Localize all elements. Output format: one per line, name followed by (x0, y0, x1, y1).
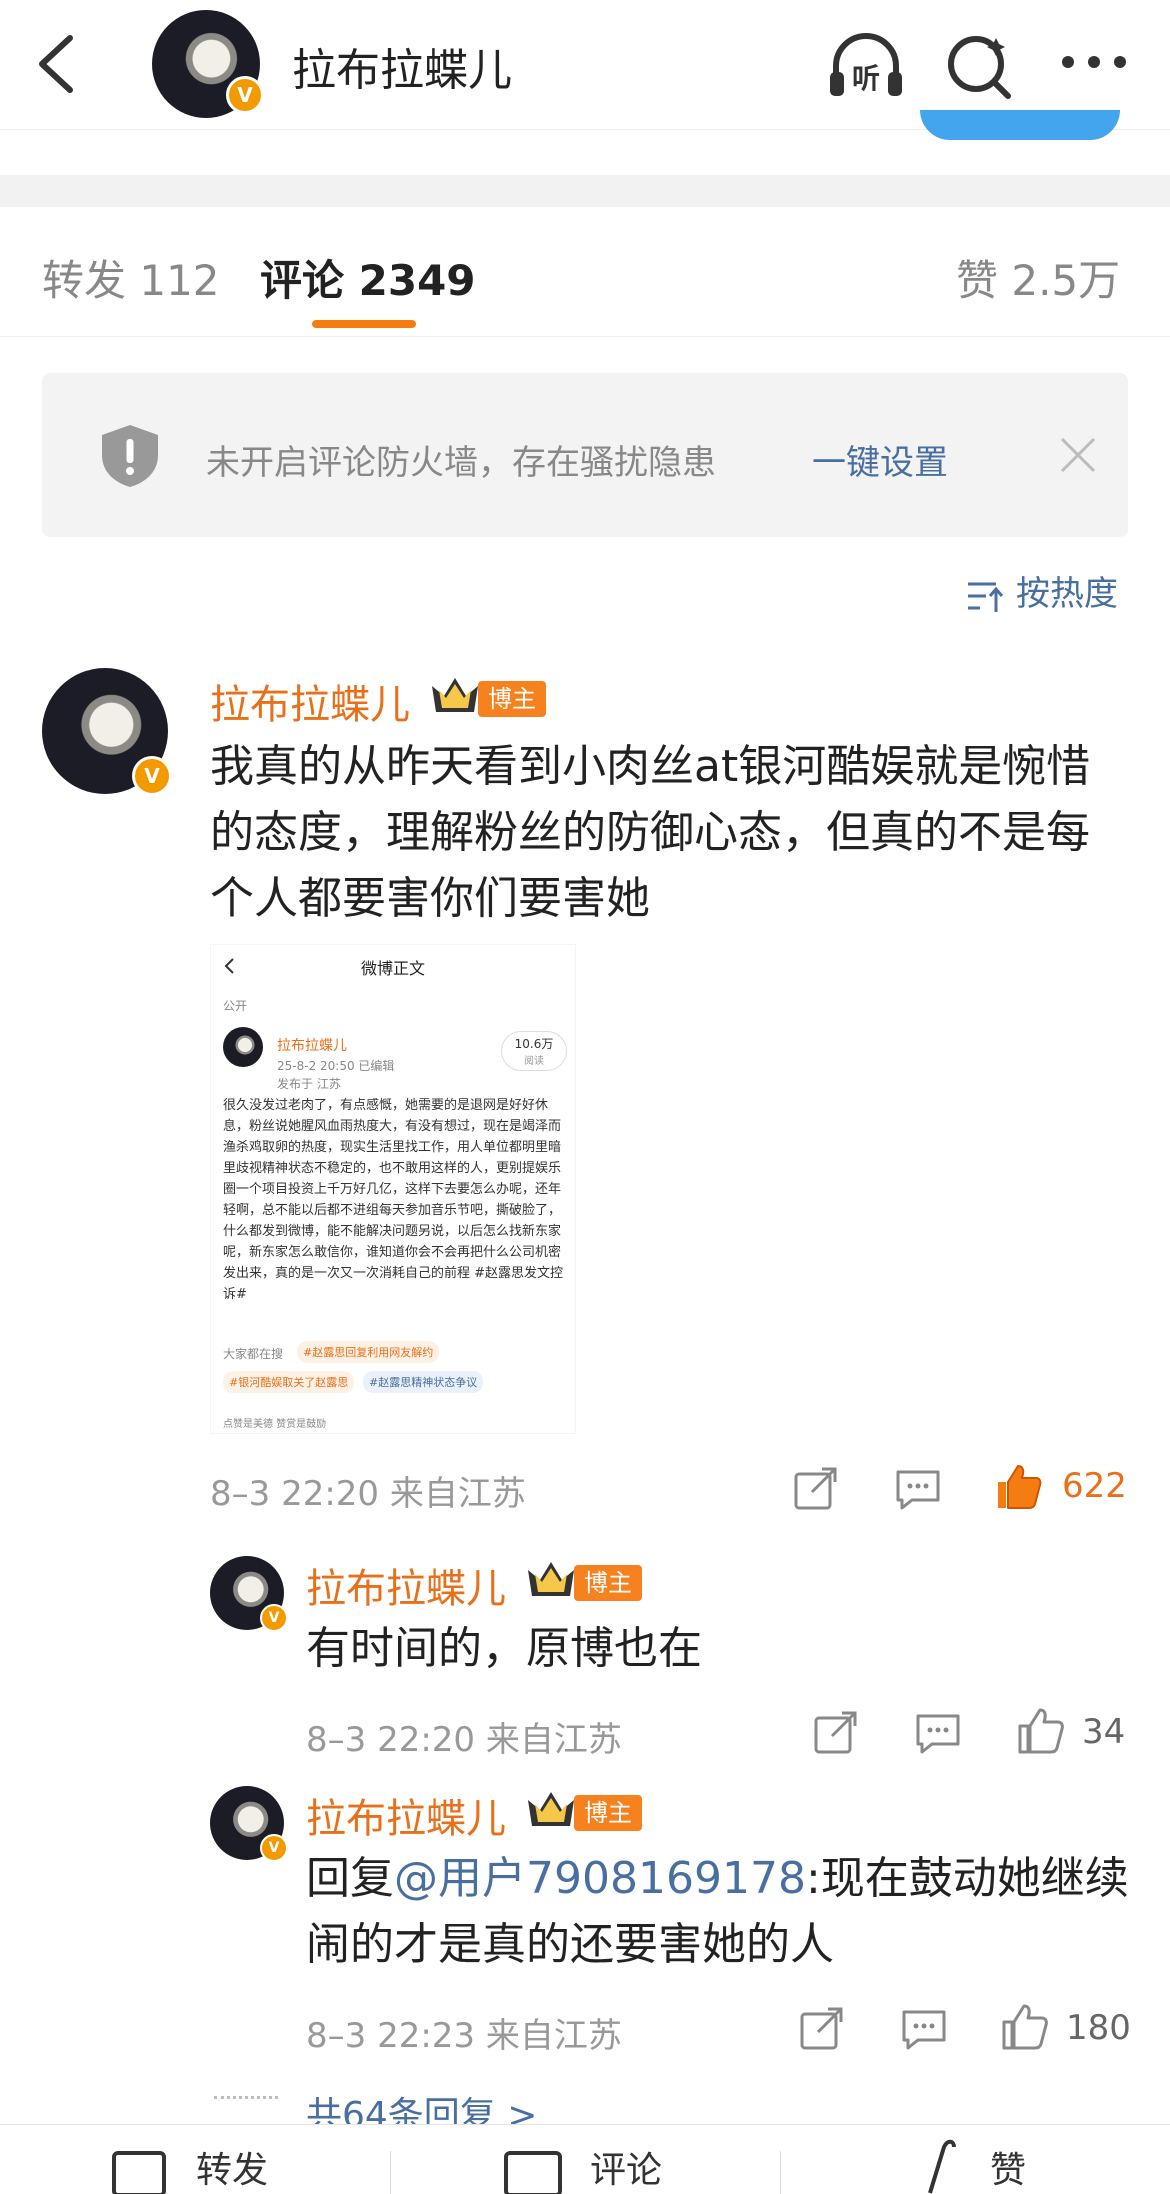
image-views-label: 阅读 (524, 1056, 544, 1067)
tab-repost[interactable]: 转发 112 (42, 247, 220, 308)
search-button[interactable] (940, 26, 1020, 106)
image-footer: 点赞是美德 赞赏是鼓励 (223, 1419, 327, 1430)
listen-button[interactable]: 听 (826, 26, 906, 106)
share-icon[interactable] (812, 1708, 860, 1756)
bottom-action-bar: 转发 评论 赞 (0, 2124, 1170, 2194)
comment-firewall-notice: 未开启评论防火墙，存在骚扰隐患 一键设置 (42, 373, 1128, 537)
image-views: 10.6万 (514, 1037, 554, 1051)
blogger-badge: 博主 (574, 1795, 642, 1831)
like-button[interactable]: 赞 (990, 2141, 1026, 2193)
verified-badge-icon: V (226, 76, 264, 114)
more-button[interactable] (1054, 26, 1134, 106)
headphones-icon: 听 (830, 33, 902, 96)
image-location: 发布于 江苏 (277, 1077, 341, 1091)
reply-text-line-1: 回复@用户7908169178:现在鼓动她继续 (306, 1846, 1129, 1912)
reply-text: 有时间的，原博也在 (306, 1623, 702, 1674)
reply-avatar[interactable]: V (210, 1786, 288, 1862)
comment-icon (504, 2151, 562, 2194)
crown-level-icon (528, 1562, 574, 1596)
reply-text-rest: :现在鼓动她继续 (805, 1853, 1129, 1904)
mention-link[interactable]: @用户7908169178 (394, 1853, 806, 1904)
image-author: 拉布拉蝶儿 (277, 1038, 347, 1054)
tab-likes[interactable]: 赞 2.5万 (956, 247, 1120, 308)
image-avatar (223, 1027, 263, 1067)
image-post-time: 25-8-2 20:50 已编辑 (277, 1059, 395, 1073)
reply-time: 8–3 22:20 来自江苏 (306, 1720, 622, 1760)
repost-icon (112, 2151, 166, 2194)
back-button[interactable] (30, 28, 90, 98)
reply-like-count: 34 (1082, 1712, 1126, 1752)
comment-avatar[interactable]: V (42, 668, 172, 796)
header-avatar[interactable]: V (152, 10, 264, 118)
image-search-label: 大家都在搜 (223, 1347, 284, 1361)
image-toolbar-icons (473, 955, 553, 975)
section-divider (0, 175, 1170, 207)
active-tab-indicator (312, 320, 416, 328)
blogger-badge: 博主 (478, 681, 546, 717)
share-icon[interactable] (792, 1464, 840, 1512)
chevron-left-icon (39, 35, 73, 93)
svg-text:听: 听 (852, 62, 880, 95)
image-public-label: 公开 (223, 999, 248, 1013)
image-hot-tag-3: #赵露思精神状态争议 (363, 1371, 484, 1393)
image-hot-tag-2: #银河酷娱取关了赵露思 (223, 1371, 355, 1393)
verified-badge-icon: V (260, 1834, 288, 1862)
comment-author[interactable]: 拉布拉蝶儿 (210, 672, 410, 730)
reply-icon[interactable] (894, 1464, 942, 1512)
page-title: 拉布拉蝶儿 (292, 45, 512, 96)
chevron-left-icon (224, 958, 234, 974)
comment-like-count: 622 (1062, 1466, 1127, 1506)
one-click-setup-link[interactable]: 一键设置 (812, 435, 948, 484)
comment-time: 8–3 22:20 来自江苏 (210, 1474, 526, 1514)
sort-label: 按热度 (1016, 574, 1118, 614)
verified-badge-icon: V (260, 1604, 288, 1632)
comment-text-line-2: 的态度，理解粉丝的防御心态，但真的不是每 (210, 807, 1090, 858)
verified-badge-icon: V (132, 756, 172, 796)
tab-bar: 转发 112 评论 2349 赞 2.5万 (0, 207, 1170, 337)
comment-image[interactable]: 微博正文 公开 拉布拉蝶儿 25-8-2 20:50 已编辑 发布于 江苏 10… (210, 944, 576, 1434)
reply-author[interactable]: 拉布拉蝶儿 (306, 1556, 506, 1614)
tab-comments[interactable]: 评论 2349 (260, 247, 476, 308)
image-views-box: 10.6万 阅读 (501, 1031, 567, 1071)
reply-like-count: 180 (1066, 2008, 1131, 2048)
comment-button[interactable]: 评论 (590, 2141, 662, 2193)
search-icon (948, 36, 1011, 99)
separator (780, 2151, 781, 2194)
reply-time: 8–3 22:23 来自江苏 (306, 2016, 622, 2056)
image-page-title: 微博正文 (361, 959, 426, 978)
thread-dots (214, 2096, 278, 2099)
share-icon[interactable] (798, 2004, 846, 2052)
comment-text-line-3: 个人都要害你们要害她 (210, 873, 650, 924)
crown-level-icon (432, 678, 478, 712)
reply-avatar[interactable]: V (210, 1556, 288, 1632)
thumb-up-icon[interactable] (1000, 2002, 1048, 2050)
sort-by-hot-button[interactable]: 按热度 (966, 566, 1118, 615)
reply-author[interactable]: 拉布拉蝶儿 (306, 1786, 506, 1844)
separator (390, 2151, 391, 2194)
reply-prefix: 回复 (306, 1853, 394, 1904)
image-body-text: 很久没发过老肉了，有点感慨，她需要的是退网是好好休息，粉丝说她腥风血雨热度大，有… (223, 1098, 564, 1302)
notice-text: 未开启评论防火墙，存在骚扰隐患 (206, 443, 716, 483)
follow-button-edge[interactable] (920, 110, 1120, 140)
sort-icon (968, 582, 1004, 612)
reply-icon[interactable] (900, 2004, 948, 2052)
liked-thumb-icon[interactable] (994, 1462, 1042, 1510)
crown-level-icon (528, 1792, 574, 1826)
thumb-up-icon[interactable] (1016, 1706, 1064, 1754)
like-icon (928, 2139, 956, 2194)
blogger-badge: 博主 (574, 1565, 642, 1601)
reply-text-line-2: 闹的才是真的还要害她的人 (306, 1919, 834, 1970)
reply-icon[interactable] (914, 1708, 962, 1756)
shield-warning-icon (102, 425, 158, 487)
close-icon[interactable] (1052, 429, 1104, 481)
repost-button[interactable]: 转发 (196, 2141, 268, 2193)
more-dots-icon (1062, 56, 1126, 68)
comment-text-line-1: 我真的从昨天看到小肉丝at银河酷娱就是惋惜 (210, 741, 1091, 792)
image-hot-tag-1: #赵露思回复利用网友解约 (297, 1341, 440, 1363)
